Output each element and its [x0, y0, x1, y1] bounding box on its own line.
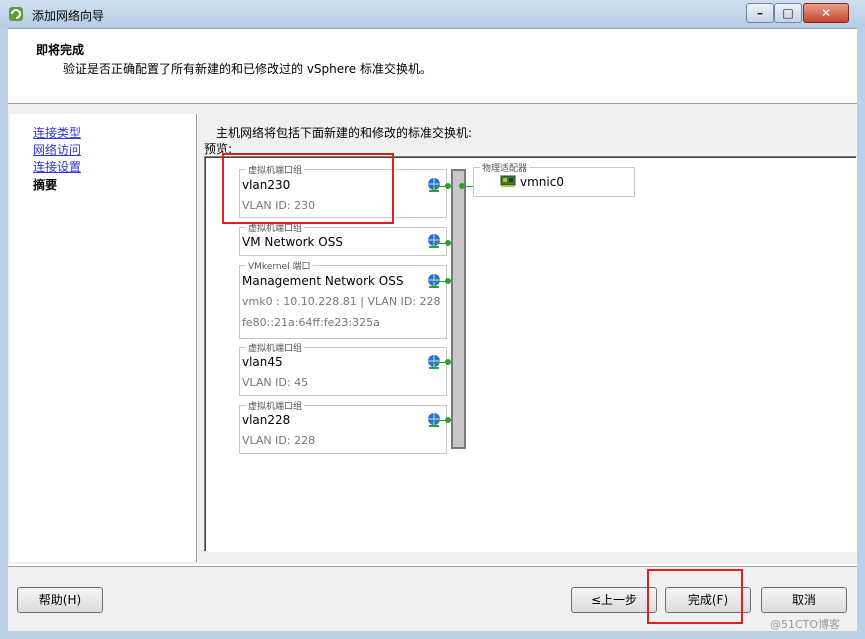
vsphere-app-icon — [9, 7, 23, 21]
port-group-vlan45: 虚拟机端口组 vlan45 VLAN ID: 45 — [239, 341, 447, 396]
port-group-vlan228: 虚拟机端口组 vlan228 VLAN ID: 228 — [239, 399, 447, 454]
physical-adapters-box: 物理适配器 vmnic0 — [473, 161, 635, 197]
help-button[interactable]: 帮助(H) — [17, 587, 103, 613]
nav-step-connection-settings[interactable]: 连接设置 — [33, 158, 81, 175]
port-group-management-network-oss: VMkernel 端口 Management Network OSS vmk0 … — [239, 259, 447, 339]
highlight-box-finish — [647, 569, 743, 624]
watermark: @51CTO博客 — [770, 618, 841, 631]
close-icon: ✕ — [820, 6, 832, 20]
port-group-vlan-id: VLAN ID: 45 — [242, 376, 309, 389]
back-button[interactable]: ≤上一步 — [571, 587, 657, 613]
window-frame-left — [0, 28, 8, 639]
uplink-dot — [459, 183, 465, 189]
port-group-caption: 虚拟机端口组 — [246, 341, 305, 354]
window-frame-bottom — [0, 631, 865, 639]
window-title: 添加网络向导 — [32, 9, 105, 23]
port-group-vlan-id: VLAN ID: 228 — [242, 434, 316, 447]
port-group-name: Management Network OSS — [242, 274, 404, 288]
nav-step-connection-type[interactable]: 连接类型 — [33, 124, 81, 141]
port-group-vmk-info: vmk0 : 10.10.228.81 | VLAN ID: 228 — [242, 295, 441, 308]
cancel-button[interactable]: 取消 — [761, 587, 847, 613]
port-group-caption: 虚拟机端口组 — [246, 399, 305, 412]
physical-adapter-name: vmnic0 — [520, 175, 564, 189]
wizard-steps-nav: 连接类型 网络访问 连接设置 摘要 — [10, 114, 197, 562]
maximize-button[interactable]: □ — [774, 3, 802, 23]
network-globe-icon — [428, 234, 440, 248]
port-group-ipv6: fe80::21a:64ff:fe23:325a — [242, 316, 380, 329]
physical-adapters-caption: 物理适配器 — [480, 161, 530, 174]
port-group-name: vlan228 — [242, 413, 291, 427]
wizard-body: 连接类型 网络访问 连接设置 摘要 主机网络将包括下面新建的和修改的标准交换机:… — [8, 104, 857, 564]
port-group-vm-network-oss: 虚拟机端口组 VM Network OSS — [239, 221, 447, 256]
port-group-name: VM Network OSS — [242, 235, 343, 249]
network-globe-icon — [428, 178, 440, 192]
minimize-icon: – — [757, 6, 763, 20]
wizard-header: 即将完成 验证是否正确配置了所有新建的和已修改过的 vSphere 标准交换机。 — [8, 29, 857, 104]
nic-card-icon — [500, 175, 516, 187]
minimize-button[interactable]: – — [746, 3, 774, 23]
highlight-box-vlan230 — [222, 153, 394, 224]
close-button[interactable]: ✕ — [803, 3, 849, 23]
title-bar: 添加网络向导 – □ ✕ — [0, 0, 865, 29]
maximize-icon: □ — [782, 6, 794, 20]
port-group-name: vlan45 — [242, 355, 283, 369]
page-title: 即将完成 — [36, 43, 85, 57]
window-frame-right — [857, 28, 865, 639]
summary-description: 主机网络将包括下面新建的和修改的标准交换机: — [216, 126, 473, 140]
page-subtitle: 验证是否正确配置了所有新建的和已修改过的 vSphere 标准交换机。 — [63, 62, 433, 76]
nav-step-network-access[interactable]: 网络访问 — [33, 141, 81, 158]
port-group-caption: VMkernel 端口 — [246, 259, 313, 272]
virtual-switch-bar — [451, 169, 466, 449]
nav-step-summary: 摘要 — [33, 178, 58, 192]
